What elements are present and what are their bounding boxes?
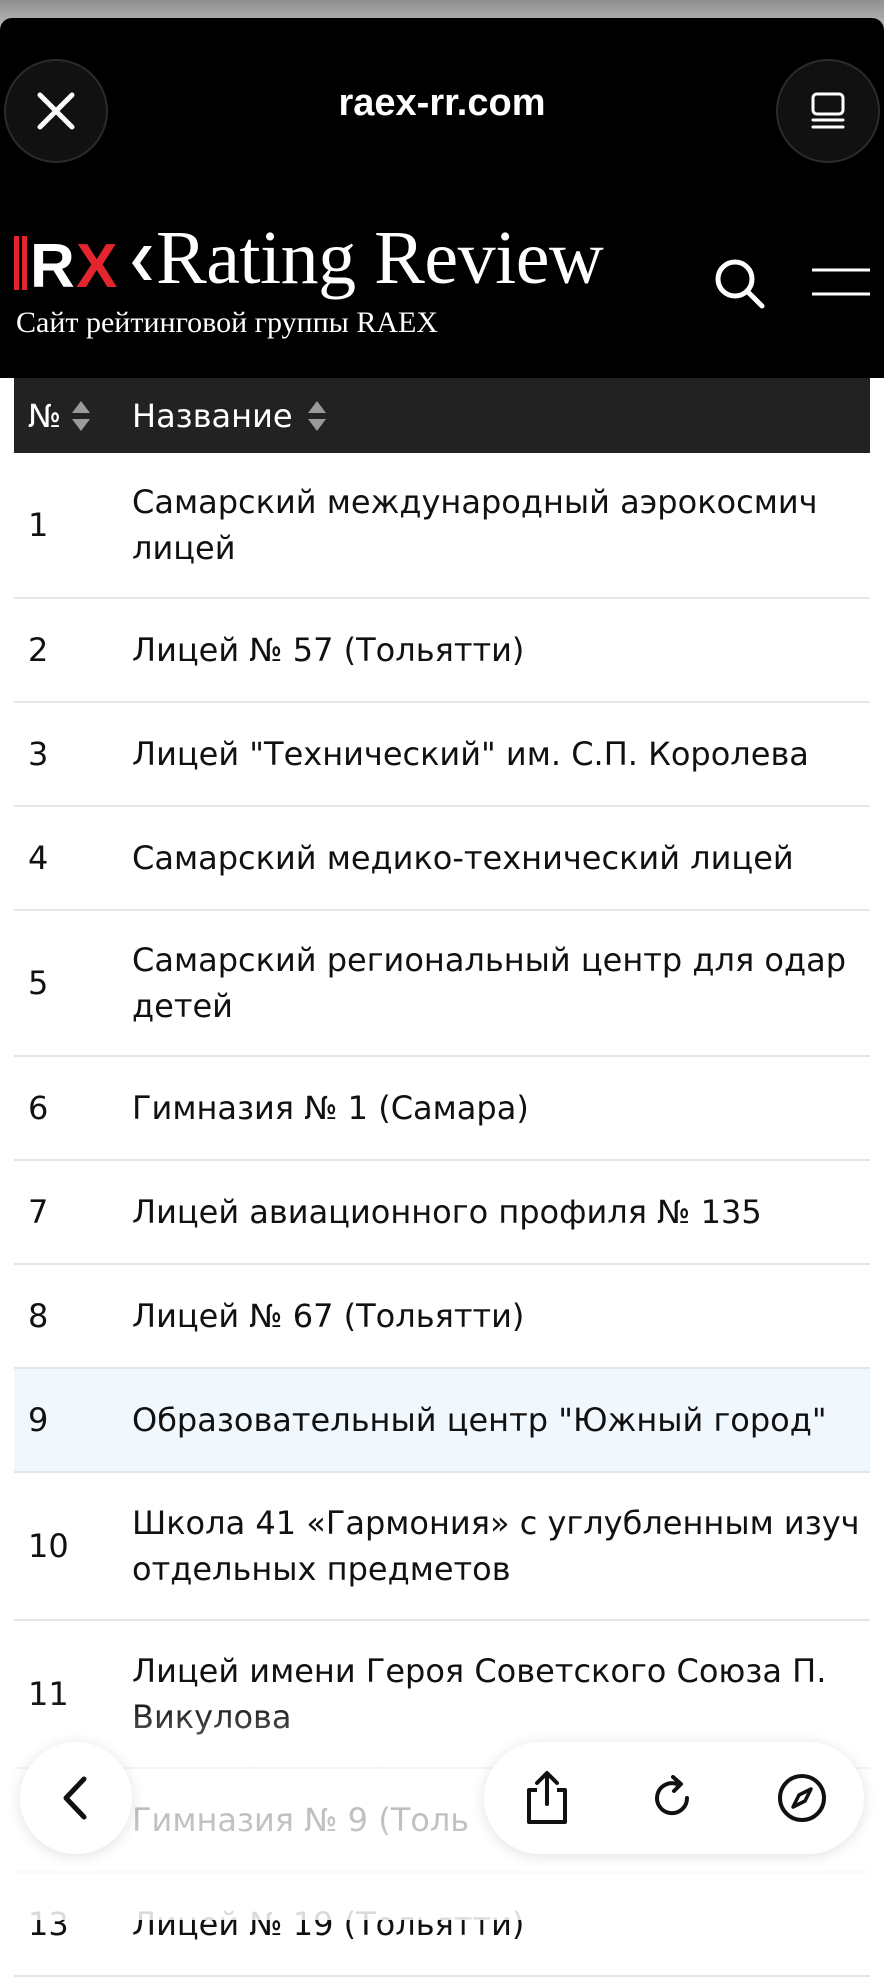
svg-text:R: R	[30, 234, 75, 292]
reader-mode-button[interactable]	[776, 59, 880, 163]
table-row[interactable]: 10 Школа 41 «Гармония» с углубленным изу…	[14, 1473, 870, 1621]
back-button[interactable]	[20, 1742, 132, 1854]
school-name[interactable]: Лицей "Технический" им. С.П. Королева	[132, 731, 870, 777]
url-bar[interactable]: raex-rr.com	[0, 82, 884, 125]
site-subtitle: Сайт рейтинговой группы RAEX	[16, 306, 438, 339]
table-header: № Название	[14, 378, 870, 453]
reload-button[interactable]	[644, 1770, 700, 1826]
reload-icon	[655, 1775, 690, 1816]
row-number: 11	[28, 1675, 69, 1713]
sort-icon	[307, 400, 326, 431]
table-row[interactable]: 6 Гимназия № 1 (Самара)	[14, 1057, 870, 1161]
row-number: 3	[28, 735, 49, 773]
column-header-name[interactable]: Название	[132, 397, 327, 435]
row-number: 7	[28, 1193, 49, 1231]
back-icon	[63, 1776, 87, 1820]
table-row[interactable]: 8 Лицей № 67 (Тольятти)	[14, 1265, 870, 1369]
row-number: 5	[28, 964, 49, 1002]
school-name[interactable]: Лицей № 67 (Тольятти)	[132, 1293, 870, 1339]
row-number: 1	[28, 506, 49, 544]
table-row[interactable]: 3 Лицей "Технический" им. С.П. Королева	[14, 703, 870, 807]
row-number: 10	[28, 1527, 69, 1565]
table-row[interactable]: 1 Самарский международный аэрокосмич лиц…	[14, 453, 870, 599]
share-icon	[527, 1771, 567, 1824]
rx-logo-mark[interactable]: R X	[14, 234, 154, 292]
table-row[interactable]: 4 Самарский медико-технический лицей	[14, 807, 870, 911]
sort-icon	[72, 400, 91, 431]
row-number: 13	[28, 1905, 69, 1943]
row-number: 6	[28, 1089, 49, 1127]
svg-text:X: X	[76, 234, 117, 292]
column-header-number[interactable]: №	[14, 397, 132, 435]
column-header-number-label: №	[28, 396, 62, 435]
share-button[interactable]	[519, 1770, 575, 1826]
compass-button[interactable]	[774, 1770, 830, 1826]
school-name[interactable]: Самарский медико-технический лицей	[132, 835, 870, 881]
site-title[interactable]: Rating Review	[156, 220, 604, 296]
row-number: 4	[28, 839, 49, 877]
school-name[interactable]: Образовательный центр "Южный город"	[132, 1397, 870, 1443]
table-row[interactable]: 7 Лицей авиационного профиля № 135	[14, 1161, 870, 1265]
row-number: 8	[28, 1297, 49, 1335]
table-row[interactable]: 13 Лицей № 19 (Тольятти)	[14, 1873, 870, 1977]
menu-icon[interactable]	[810, 262, 872, 302]
table-row-highlighted[interactable]: 9 Образовательный центр "Южный город"	[14, 1369, 870, 1473]
school-name[interactable]: Лицей имени Героя Советского Союза П. Ви…	[132, 1648, 870, 1740]
school-name[interactable]: Лицей № 57 (Тольятти)	[132, 627, 870, 673]
browser-tab-edge	[0, 0, 884, 30]
school-name[interactable]: Самарский международный аэрокосмич лицей	[132, 479, 870, 571]
row-number: 2	[28, 631, 49, 669]
compass-icon	[778, 1774, 826, 1822]
site-header: R X Rating Review Сайт рейтинговой групп…	[0, 190, 884, 378]
reader-mode-icon	[811, 92, 845, 129]
browser-toolbar	[484, 1742, 864, 1854]
school-name[interactable]: Лицей авиационного профиля № 135	[132, 1189, 870, 1235]
column-header-name-label: Название	[132, 396, 293, 435]
row-number: 9	[28, 1401, 49, 1439]
school-name[interactable]: Самарский региональный центр для одар де…	[132, 937, 870, 1029]
browser-top-bar: raex-rr.com	[0, 0, 884, 190]
table-row[interactable]: 2 Лицей № 57 (Тольятти)	[14, 599, 870, 703]
school-name[interactable]: Школа 41 «Гармония» с углубленным изуч о…	[132, 1500, 870, 1592]
school-name[interactable]: Лицей № 19 (Тольятти)	[132, 1901, 870, 1947]
school-name[interactable]: Гимназия № 1 (Самара)	[132, 1085, 870, 1131]
search-icon[interactable]	[712, 256, 766, 310]
ranking-table: № Название 1 Самарский международный аэр…	[14, 378, 870, 1977]
table-row[interactable]: 5 Самарский региональный центр для одар …	[14, 911, 870, 1057]
